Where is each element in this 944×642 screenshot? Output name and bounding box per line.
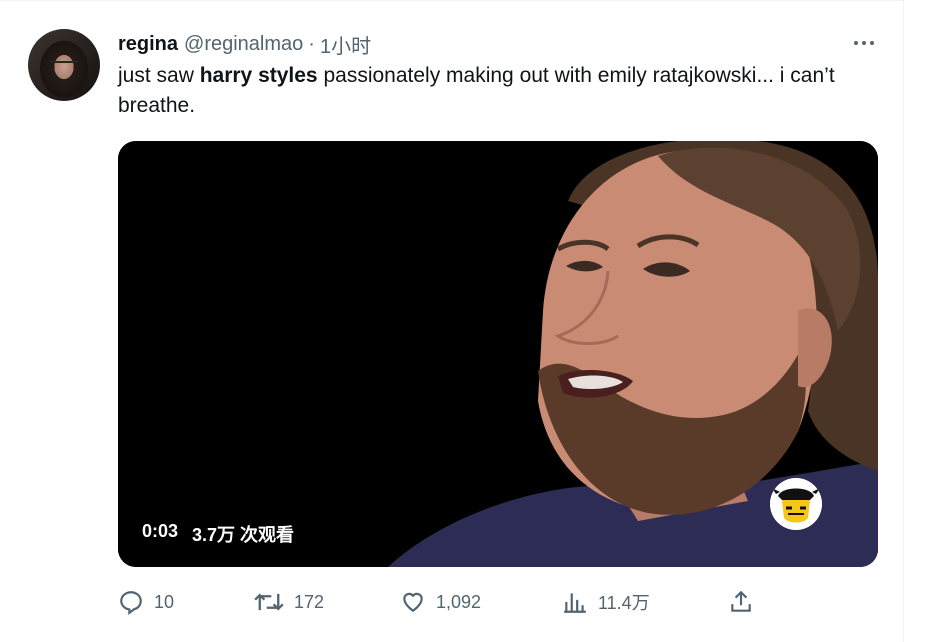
- view-count: 11.4万: [598, 593, 650, 613]
- tweet-text: just saw harry styles passionately makin…: [118, 61, 878, 121]
- tweet-time[interactable]: 1小时: [320, 30, 371, 59]
- more-dot: [862, 41, 866, 45]
- video-frame: [118, 141, 878, 567]
- reply-button[interactable]: 10: [118, 587, 174, 617]
- retweet-button[interactable]: 172: [254, 587, 324, 617]
- heart-icon: [403, 592, 423, 612]
- more-dot: [854, 41, 858, 45]
- tweet-text-start: just saw: [118, 64, 200, 87]
- separator-dot: ·: [308, 32, 315, 55]
- avatar[interactable]: [28, 29, 100, 101]
- share-icon: [731, 590, 751, 612]
- share-button[interactable]: [728, 587, 754, 617]
- video-views: 3.7万 次观看: [192, 525, 295, 545]
- tweet-card[interactable]: regina @reginalmao · 1小时 just saw harry …: [0, 0, 904, 642]
- more-options-icon[interactable]: [848, 33, 880, 53]
- hot-ones-logo: [770, 478, 822, 530]
- views-button[interactable]: 11.4万: [562, 587, 650, 617]
- video-player[interactable]: 0:03 3.7万 次观看: [118, 141, 878, 567]
- avatar-glasses: [50, 61, 78, 69]
- tweet-actions: 10 172 1,092 11.4万: [118, 587, 878, 617]
- analytics-icon: [564, 593, 586, 613]
- like-count: 1,092: [436, 591, 482, 612]
- tweet-text-bold: harry styles: [199, 64, 318, 87]
- author-handle[interactable]: @reginalmao: [184, 33, 303, 56]
- more-dot: [870, 41, 874, 45]
- like-button[interactable]: 1,092: [400, 587, 481, 617]
- author-name[interactable]: regina: [118, 33, 178, 56]
- video-meta: 0:03 3.7万 次观看: [142, 521, 294, 547]
- retweet-count: 172: [294, 591, 325, 612]
- reply-count: 10: [154, 591, 175, 612]
- tweet-header: regina @reginalmao · 1小时: [118, 30, 371, 59]
- retweet-icon: [254, 593, 284, 611]
- video-timestamp: 0:03: [142, 521, 179, 541]
- reply-icon: [120, 591, 142, 615]
